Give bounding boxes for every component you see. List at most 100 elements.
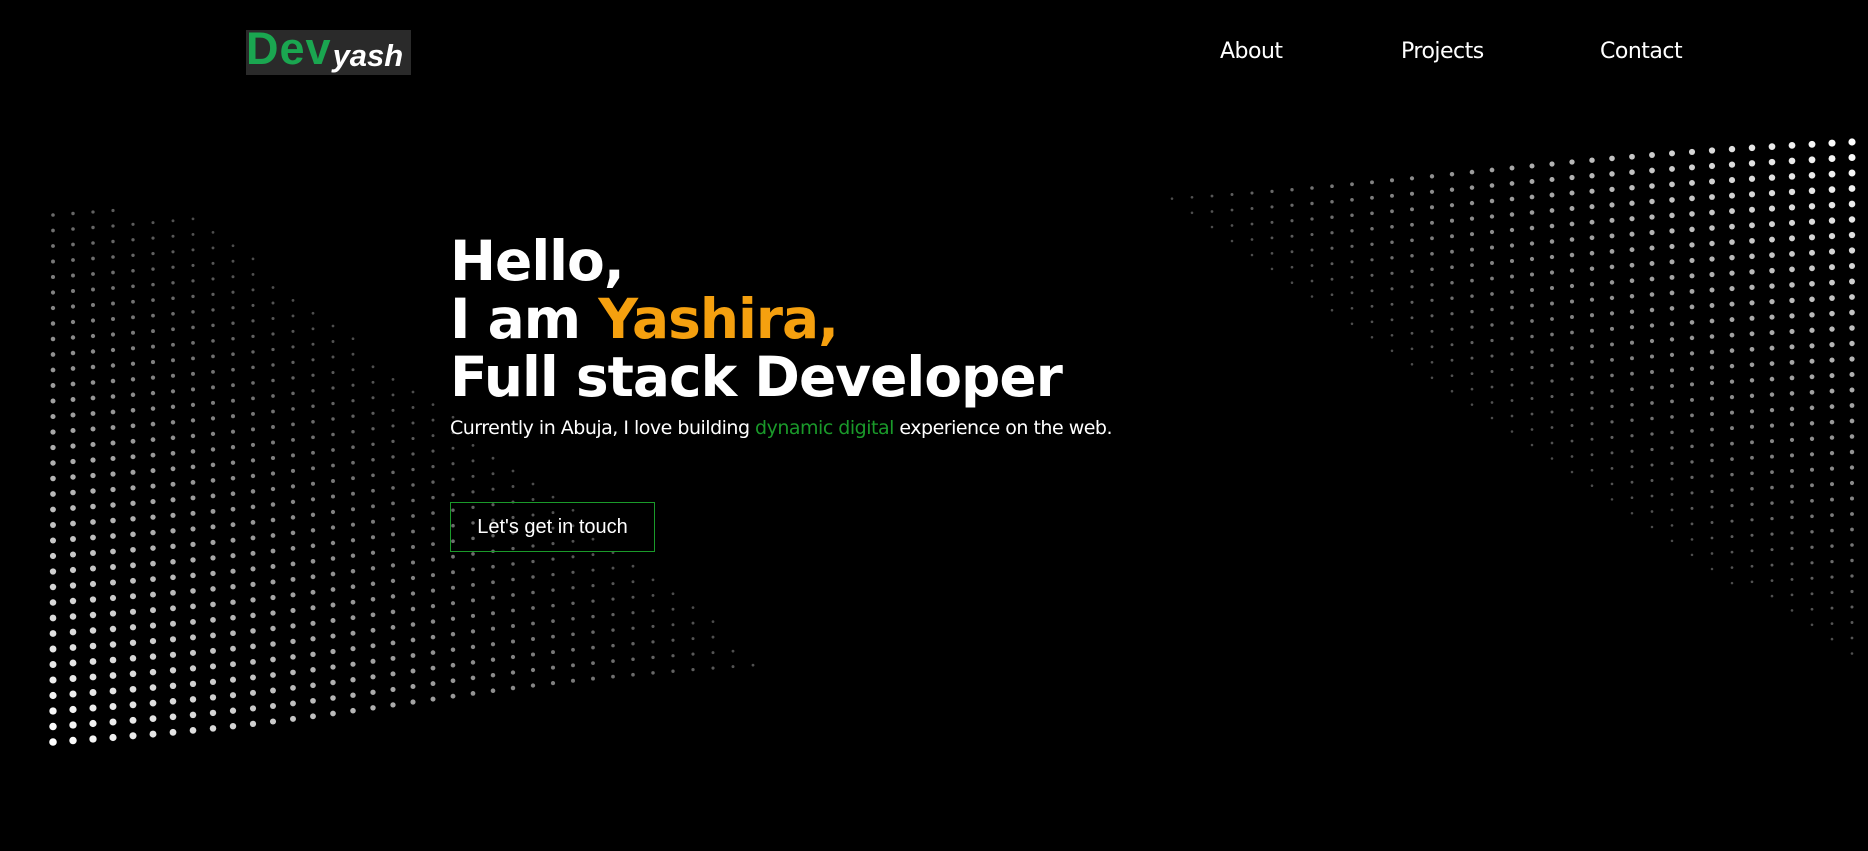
background-dot: [1430, 329, 1434, 333]
background-dot: [451, 554, 455, 559]
background-dot: [1429, 174, 1435, 179]
background-dot: [190, 402, 196, 407]
background-dot: [391, 516, 395, 521]
background-dot: [1828, 139, 1836, 147]
background-dot: [371, 442, 375, 447]
background-dot: [1709, 318, 1715, 324]
background-dot: [1549, 239, 1555, 244]
background-dot: [111, 239, 115, 244]
background-dot: [1669, 321, 1675, 327]
background-dot: [1649, 183, 1655, 189]
background-dot: [1849, 465, 1855, 470]
background-dot: [1610, 482, 1614, 486]
background-dot: [1490, 370, 1494, 373]
background-dot: [1410, 331, 1414, 335]
background-dot: [249, 720, 257, 728]
background-dot: [89, 611, 97, 619]
background-dot: [1810, 623, 1814, 627]
background-dot: [1330, 231, 1334, 235]
background-dot: [1709, 194, 1715, 200]
background-dot: [1390, 302, 1394, 306]
background-dot: [1830, 513, 1834, 517]
background-dot: [1510, 414, 1514, 418]
background-dot: [1570, 455, 1574, 458]
background-dot: [1850, 558, 1854, 563]
background-dot: [1510, 336, 1514, 341]
background-dot: [491, 487, 495, 491]
background-dot: [89, 565, 97, 572]
nav-projects-link[interactable]: Projects: [1401, 36, 1484, 68]
background-dot: [370, 643, 376, 649]
background-dot: [651, 624, 655, 628]
background-dot: [1790, 562, 1794, 566]
background-dot: [1789, 422, 1795, 427]
nav-contact-link[interactable]: Contact: [1600, 36, 1683, 68]
background-dot: [149, 637, 157, 645]
background-dot: [350, 677, 356, 683]
background-dot: [1649, 323, 1655, 328]
background-dot: [1510, 367, 1514, 372]
background-dot: [631, 595, 635, 599]
background-dot: [431, 557, 435, 562]
background-dot: [330, 618, 336, 623]
background-dot: [431, 403, 435, 406]
background-dot: [1410, 316, 1414, 320]
background-dot: [1529, 272, 1535, 277]
get-in-touch-button[interactable]: Let's get in touch: [450, 502, 655, 552]
background-dot: [250, 550, 256, 556]
background-dot: [1449, 171, 1455, 177]
background-dot: [250, 581, 256, 588]
background-dot: [150, 560, 156, 567]
background-dot: [410, 622, 416, 627]
background-dot: [1670, 415, 1674, 419]
hero-subtitle: Currently in Abuja, I love building dyna…: [450, 416, 1113, 440]
background-dot: [250, 628, 256, 634]
background-dot: [310, 651, 316, 657]
background-dot: [450, 693, 456, 699]
background-dot: [111, 270, 115, 275]
background-dot: [1409, 176, 1415, 181]
background-dot: [50, 274, 56, 280]
background-dot: [1809, 436, 1815, 441]
background-dot: [1710, 458, 1714, 463]
background-dot: [1490, 401, 1494, 404]
background-dot: [351, 383, 355, 387]
background-dot: [109, 718, 117, 726]
background-dot: [311, 358, 315, 362]
background-dot: [410, 575, 416, 581]
nav-about-link[interactable]: About: [1220, 36, 1283, 68]
background-dot: [1788, 142, 1796, 149]
background-dot: [70, 397, 76, 402]
background-dot: [1829, 357, 1835, 363]
background-dot: [1589, 266, 1595, 271]
background-dot: [190, 526, 196, 532]
background-dot: [1729, 395, 1735, 400]
background-dot: [1490, 338, 1494, 343]
background-dot: [1750, 471, 1754, 476]
background-dot: [1330, 293, 1334, 297]
background-dot: [270, 548, 276, 554]
background-dot: [371, 504, 375, 509]
background-dot: [151, 313, 155, 318]
background-dot: [1550, 348, 1554, 352]
background-dot: [249, 689, 257, 696]
background-dot: [250, 427, 256, 432]
background-dot: [1549, 176, 1555, 183]
background-dot: [1770, 516, 1774, 521]
background-dot: [1549, 161, 1555, 167]
site-header: Dev yash About Projects Contact: [0, 0, 1868, 100]
background-dot: [1650, 447, 1654, 452]
background-dot: [170, 404, 176, 409]
background-dot: [1529, 163, 1535, 169]
background-dot: [110, 394, 116, 399]
background-dot: [1250, 207, 1254, 210]
background-dot: [90, 395, 96, 401]
background-dot: [390, 563, 396, 568]
background-dot: [311, 327, 315, 331]
background-dot: [391, 501, 395, 506]
background-dot: [651, 593, 655, 597]
background-dot: [171, 358, 175, 363]
background-dot: [1689, 211, 1695, 217]
background-dot: [170, 497, 176, 503]
background-dot: [1750, 549, 1754, 553]
